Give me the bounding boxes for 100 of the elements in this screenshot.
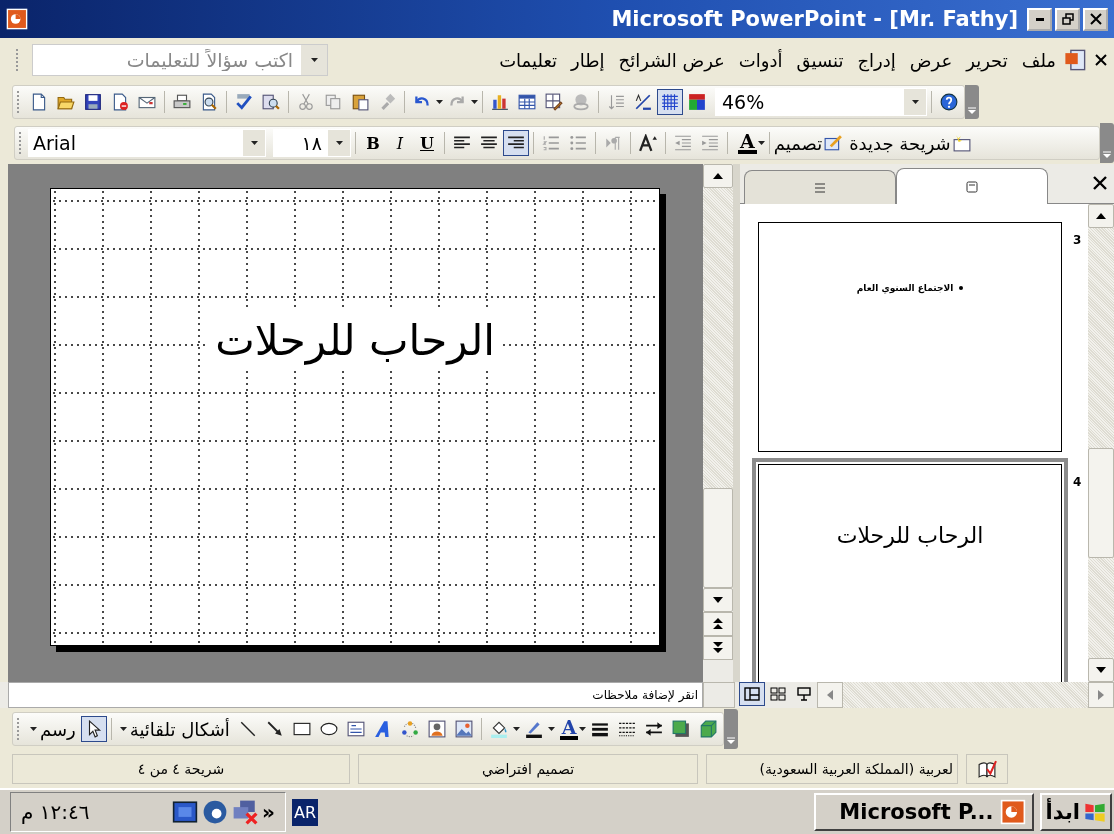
dropdown-caret-icon[interactable] [436,100,443,104]
presentation-app-icon[interactable] [6,8,28,30]
expand-lines-icon[interactable] [607,93,625,111]
toolbar-grip[interactable] [17,718,21,740]
shadow-icon[interactable] [672,720,691,738]
dropdown-caret-icon[interactable] [310,58,318,62]
print-preview-icon[interactable] [200,93,218,111]
decrease-indent-icon[interactable] [674,134,692,152]
dropdown-caret-icon[interactable] [471,100,478,104]
font-color-button[interactable]: A [738,132,757,154]
dropdown-caret-icon[interactable] [757,141,765,145]
scroll-down-button[interactable] [1088,658,1114,682]
font-box[interactable]: Arial [28,129,266,157]
previous-slide-button[interactable] [703,612,733,636]
arrow-icon[interactable] [265,720,284,738]
select-objects-button[interactable] [80,716,107,742]
diagram-icon[interactable] [400,720,419,738]
toolbar-options-button[interactable] [1100,123,1114,163]
menu-item[interactable]: تحرير [966,49,1008,71]
line-style-icon[interactable] [591,720,610,738]
normal-view-button[interactable] [739,682,765,706]
align-right-button[interactable] [503,130,529,156]
menu-item[interactable]: ملف [1021,49,1056,71]
bullet-list-icon[interactable] [569,134,587,152]
underline-button[interactable]: U [414,130,440,156]
menu-item[interactable]: عرض [909,49,953,71]
show-grid-button[interactable] [657,89,683,115]
close-button[interactable] [1083,7,1108,31]
menu-item[interactable]: تعليمات [499,49,558,71]
close-icon[interactable] [1094,53,1108,67]
dash-style-icon[interactable] [618,720,637,738]
printer-icon[interactable] [173,93,191,111]
document-stop-icon[interactable] [111,93,129,111]
toolbar-grip[interactable] [17,91,21,113]
start-button[interactable]: ابدأ [1039,793,1112,831]
dropdown-caret-icon[interactable] [119,727,127,731]
dropdown-caret-icon[interactable] [547,727,555,731]
taskbar-button[interactable]: Microsoft P... [813,793,1034,831]
autoshapes-menu-button[interactable]: أشكال تلقائية [115,718,234,740]
scrollbar-thumb[interactable] [703,488,733,588]
scrollbar-thumb[interactable] [1088,448,1114,558]
dropdown-caret-icon[interactable] [512,727,520,731]
font-size-box[interactable]: ١٨ [273,129,351,157]
bar-chart-icon[interactable] [491,93,509,111]
toolbar-grip[interactable] [16,49,20,71]
numbered-list-icon[interactable] [542,134,560,152]
round-tray-icon[interactable] [202,799,229,825]
new-document-icon[interactable] [30,93,48,111]
next-slide-button[interactable] [703,636,733,660]
italic-button[interactable]: I [387,130,413,156]
slide-thumbnail[interactable]: الرحاب للرحلات [752,458,1068,682]
scroll-up-button[interactable] [1088,204,1114,228]
dropdown-caret-icon[interactable] [250,141,258,145]
table-icon[interactable] [518,93,536,111]
color-squares-icon[interactable] [688,93,706,111]
picture-icon[interactable] [454,720,473,738]
network-error-icon[interactable] [232,799,259,825]
toolbar-options-button[interactable] [965,85,979,119]
font-color-button[interactable]: A [559,718,579,740]
oval-icon[interactable] [319,720,338,738]
book-magnifier-icon[interactable] [262,93,280,111]
dropdown-caret-icon[interactable] [30,727,37,731]
paint-bucket-icon[interactable] [489,720,508,738]
rectangle-icon[interactable] [292,720,311,738]
minimize-button[interactable] [1027,7,1052,31]
slides-tab[interactable] [896,168,1048,204]
restore-button[interactable] [1055,7,1080,31]
menu-item[interactable]: عرض الشرائح [618,49,725,71]
tray-app-icon[interactable] [172,799,199,825]
spelling-check-icon[interactable] [235,93,253,111]
menu-item[interactable]: إطار [571,49,605,71]
line-brush-icon[interactable] [524,720,543,738]
menu-item[interactable]: تنسيق [796,49,844,71]
dropdown-caret-icon[interactable] [335,141,343,145]
clipboard-icon[interactable] [351,93,369,111]
language-indicator[interactable]: AR [292,798,319,826]
design-button[interactable]: تصميم [773,132,843,154]
scroll-up-button[interactable] [703,164,733,188]
clock[interactable]: ١٢:٤٦ م [21,800,90,824]
arrow-style-icon[interactable] [645,720,664,738]
bold-button[interactable]: B [360,130,386,156]
menu-item[interactable]: أدوات [738,49,783,71]
outline-tab[interactable] [744,170,896,204]
help-icon[interactable] [940,93,958,111]
dropdown-caret-icon[interactable] [579,727,587,731]
close-icon[interactable] [1092,175,1108,191]
new-slide-button[interactable]: شريحة جديدة [849,132,971,154]
menu-item[interactable]: إدراج [857,49,896,71]
table-pencil-icon[interactable] [545,93,563,111]
increase-indent-icon[interactable] [701,134,719,152]
document-icon[interactable] [1064,49,1086,71]
cube-icon[interactable] [699,720,718,738]
scroll-down-button[interactable] [703,588,733,612]
show-hidden-icons-button[interactable]: » [262,800,275,824]
grow-font-icon[interactable] [639,134,657,152]
toolbar-grip[interactable] [19,132,23,154]
line-icon[interactable] [238,720,257,738]
book-check-icon[interactable] [977,760,997,778]
help-box[interactable]: اكتب سؤالاً للتعليمات [32,44,328,76]
dropdown-caret-icon[interactable] [911,100,919,104]
